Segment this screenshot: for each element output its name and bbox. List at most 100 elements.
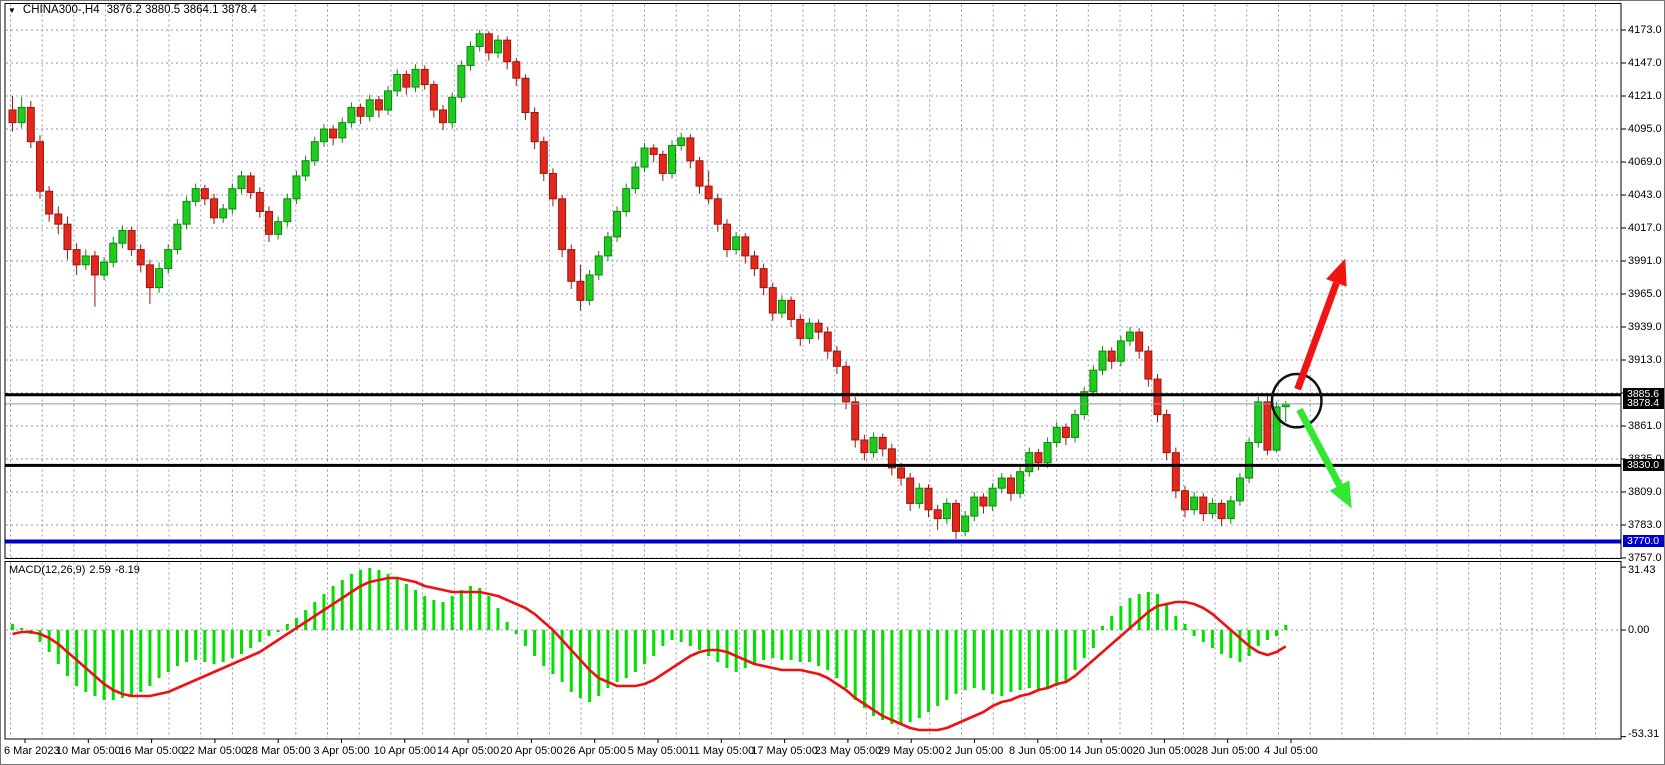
- macd-bar: [20, 628, 23, 630]
- candle-body: [330, 129, 337, 138]
- candle-body: [55, 214, 62, 224]
- price-axis-label: 3991.0: [1628, 256, 1662, 267]
- macd-bar: [1211, 630, 1214, 648]
- macd-bar: [826, 630, 829, 670]
- candle-body: [962, 516, 969, 531]
- macd-bar: [854, 630, 857, 700]
- bearish-scenario-arrow[interactable]: [1299, 410, 1339, 486]
- candle-body: [458, 66, 465, 98]
- macd-main-value: 2.59: [89, 564, 110, 576]
- candle-body: [998, 478, 1005, 488]
- macd-bar: [936, 630, 939, 706]
- price-axis-label: 4043.0: [1628, 190, 1662, 201]
- macd-bar: [1183, 624, 1186, 630]
- macd-bar: [1009, 630, 1012, 692]
- bullish-scenario-arrow[interactable]: [1298, 283, 1337, 389]
- candle-body: [1163, 415, 1170, 453]
- time-axis-label: 14 Jun 05:00: [1069, 745, 1133, 757]
- horizontal-line-objects[interactable]: [5, 395, 1621, 542]
- candle-body: [46, 191, 53, 214]
- macd-bar: [506, 622, 509, 630]
- candle-body: [989, 488, 996, 506]
- time-axis-label: 8 Jun 05:00: [1009, 745, 1067, 757]
- candle-body: [540, 142, 547, 174]
- candle-body: [1044, 443, 1051, 463]
- macd-bar: [790, 630, 793, 660]
- macd-bar: [48, 630, 51, 652]
- macd-bar: [1156, 594, 1159, 630]
- candle-body: [256, 192, 263, 211]
- candle-body: [1218, 503, 1225, 518]
- candle-body: [925, 488, 932, 510]
- macd-bar: [689, 630, 692, 646]
- macd-bar: [597, 630, 600, 696]
- candle-body: [36, 142, 43, 192]
- candle-body: [1053, 427, 1060, 442]
- annotations[interactable]: [1272, 258, 1352, 508]
- candle-body: [522, 78, 529, 112]
- macd-bar: [167, 630, 170, 672]
- macd-bar: [1202, 630, 1205, 642]
- macd-bar: [38, 630, 41, 642]
- macd-bar: [1000, 630, 1003, 696]
- candle-body: [211, 199, 218, 218]
- candle-body: [751, 256, 758, 269]
- candle-body: [165, 250, 172, 269]
- symbol-dropdown-icon[interactable]: ▼: [8, 7, 16, 15]
- candle-body: [192, 189, 199, 202]
- macd-bar: [551, 630, 554, 674]
- macd-bar: [780, 630, 783, 660]
- macd-bar: [1064, 630, 1067, 682]
- chart-canvas[interactable]: [1, 1, 1665, 765]
- time-axis-label: 6 Mar 2023: [4, 745, 60, 757]
- macd-bar: [286, 624, 289, 630]
- candle-body: [440, 110, 447, 123]
- time-axis-label: 17 May 05:00: [751, 745, 818, 757]
- time-axis-label: 14 Apr 05:00: [437, 745, 499, 757]
- macd-bar: [496, 608, 499, 630]
- macd-bar: [533, 630, 536, 656]
- candle-body: [101, 262, 108, 275]
- candle-body: [449, 97, 456, 122]
- candle-body: [1007, 478, 1014, 493]
- candle-body: [467, 47, 474, 66]
- macd-bar: [634, 630, 637, 672]
- macd-bar: [213, 630, 216, 664]
- macd-bar: [881, 630, 884, 720]
- time-axis-label: 23 May 05:00: [815, 745, 882, 757]
- candle-body: [815, 323, 822, 332]
- candle-body: [1099, 351, 1106, 370]
- macd-bar: [139, 630, 142, 692]
- time-axis-label: 20 Jun 05:00: [1133, 745, 1197, 757]
- candle-body: [650, 148, 657, 154]
- candle-body: [568, 250, 575, 282]
- candle-body: [430, 85, 437, 110]
- macd-bar: [680, 630, 683, 642]
- candle-body: [705, 186, 712, 199]
- macd-bar: [1083, 630, 1086, 658]
- price-axis-label: 3939.0: [1628, 322, 1662, 333]
- chart-title-bar: ▼ CHINA300-,H4 3876.2 3880.5 3864.1 3878…: [8, 4, 257, 17]
- mt4-chart-window: ▼ CHINA300-,H4 3876.2 3880.5 3864.1 3878…: [0, 0, 1665, 765]
- bullish-scenario-arrow-head: [1326, 258, 1347, 286]
- time-axis-label: 28 Mar 05:00: [246, 745, 311, 757]
- macd-signal-value: -8.19: [115, 564, 140, 576]
- candle-body: [1200, 497, 1207, 513]
- macd-bar: [991, 630, 994, 694]
- price-axis-label: 4173.0: [1628, 25, 1662, 36]
- candle-body: [339, 123, 346, 138]
- candle-body: [769, 288, 776, 313]
- candle-body: [723, 224, 730, 249]
- candle-body: [1127, 332, 1134, 341]
- candle-body: [641, 148, 648, 167]
- macd-bar: [93, 630, 96, 696]
- macd-bar: [771, 630, 774, 658]
- candle-body: [687, 138, 694, 161]
- symbol-timeframe-label: CHINA300-,H4: [23, 4, 100, 17]
- macd-bar: [121, 630, 124, 698]
- macd-bar: [707, 630, 710, 656]
- candle-body: [128, 231, 135, 250]
- macd-bar: [735, 630, 738, 672]
- price-axis-label: 3757.0: [1628, 553, 1662, 564]
- price-axis-label: 3783.0: [1628, 520, 1662, 531]
